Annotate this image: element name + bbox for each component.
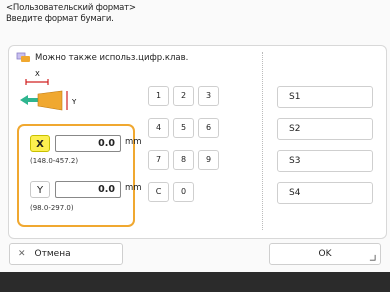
- paper-sheet-icon: [37, 90, 63, 111]
- cancel-label: Отмена: [34, 249, 71, 259]
- keypad-key-3[interactable]: 3: [198, 86, 219, 106]
- x-value-field[interactable]: 0.0: [55, 135, 121, 152]
- keypad-key-7[interactable]: 7: [148, 150, 169, 170]
- keypad-key-5[interactable]: 5: [173, 118, 194, 138]
- screen-instruction: Введите формат бумаги.: [6, 13, 114, 24]
- keypad-key-8[interactable]: 8: [173, 150, 194, 170]
- y-axis-button[interactable]: Y: [30, 181, 50, 198]
- screen-header: <Пользовательский формат> Введите формат…: [6, 3, 136, 24]
- preset-button-s3[interactable]: S3: [277, 150, 373, 172]
- keypad-key-clear[interactable]: C: [148, 182, 169, 202]
- cancel-button[interactable]: ✕ Отмена: [9, 243, 123, 265]
- diagram-x-label: X: [35, 70, 40, 78]
- keypad-hint: Можно также использ.цифр.клав.: [16, 52, 188, 63]
- preset-button-s2[interactable]: S2: [277, 118, 373, 140]
- preset-button-s1[interactable]: S1: [277, 86, 373, 108]
- status-bar: [0, 272, 390, 292]
- keypad-key-9[interactable]: 9: [198, 150, 219, 170]
- preset-button-s4[interactable]: S4: [277, 182, 373, 204]
- x-range: (148.0-457.2): [30, 157, 79, 165]
- y-unit: mm: [125, 183, 142, 193]
- keypad-key-6[interactable]: 6: [198, 118, 219, 138]
- paper-hand-icon: [16, 52, 30, 62]
- keypad-key-0[interactable]: 0: [173, 182, 194, 202]
- keypad-key-2[interactable]: 2: [173, 86, 194, 106]
- ok-label: OK: [318, 249, 332, 259]
- screen-title: <Пользовательский формат>: [6, 3, 136, 13]
- paper-size-diagram: X Y: [20, 70, 77, 111]
- x-unit: mm: [125, 137, 142, 147]
- y-range: (98.0-297.0): [30, 204, 74, 212]
- corner-arrow-icon: [369, 254, 376, 261]
- divider: [262, 52, 263, 230]
- x-axis-button[interactable]: X: [30, 135, 50, 152]
- feed-direction-arrow-icon: [20, 95, 38, 105]
- size-input-group: X 0.0 mm (148.0-457.2) Y 0.0 mm (98.0-29…: [17, 124, 142, 227]
- ok-button[interactable]: OK: [269, 243, 381, 265]
- hint-text: Можно также использ.цифр.клав.: [35, 52, 189, 63]
- close-icon: ✕: [18, 249, 26, 259]
- y-value-field[interactable]: 0.0: [55, 181, 121, 198]
- keypad-key-4[interactable]: 4: [148, 118, 169, 138]
- keypad-key-1[interactable]: 1: [148, 86, 169, 106]
- diagram-y-label: Y: [71, 98, 77, 106]
